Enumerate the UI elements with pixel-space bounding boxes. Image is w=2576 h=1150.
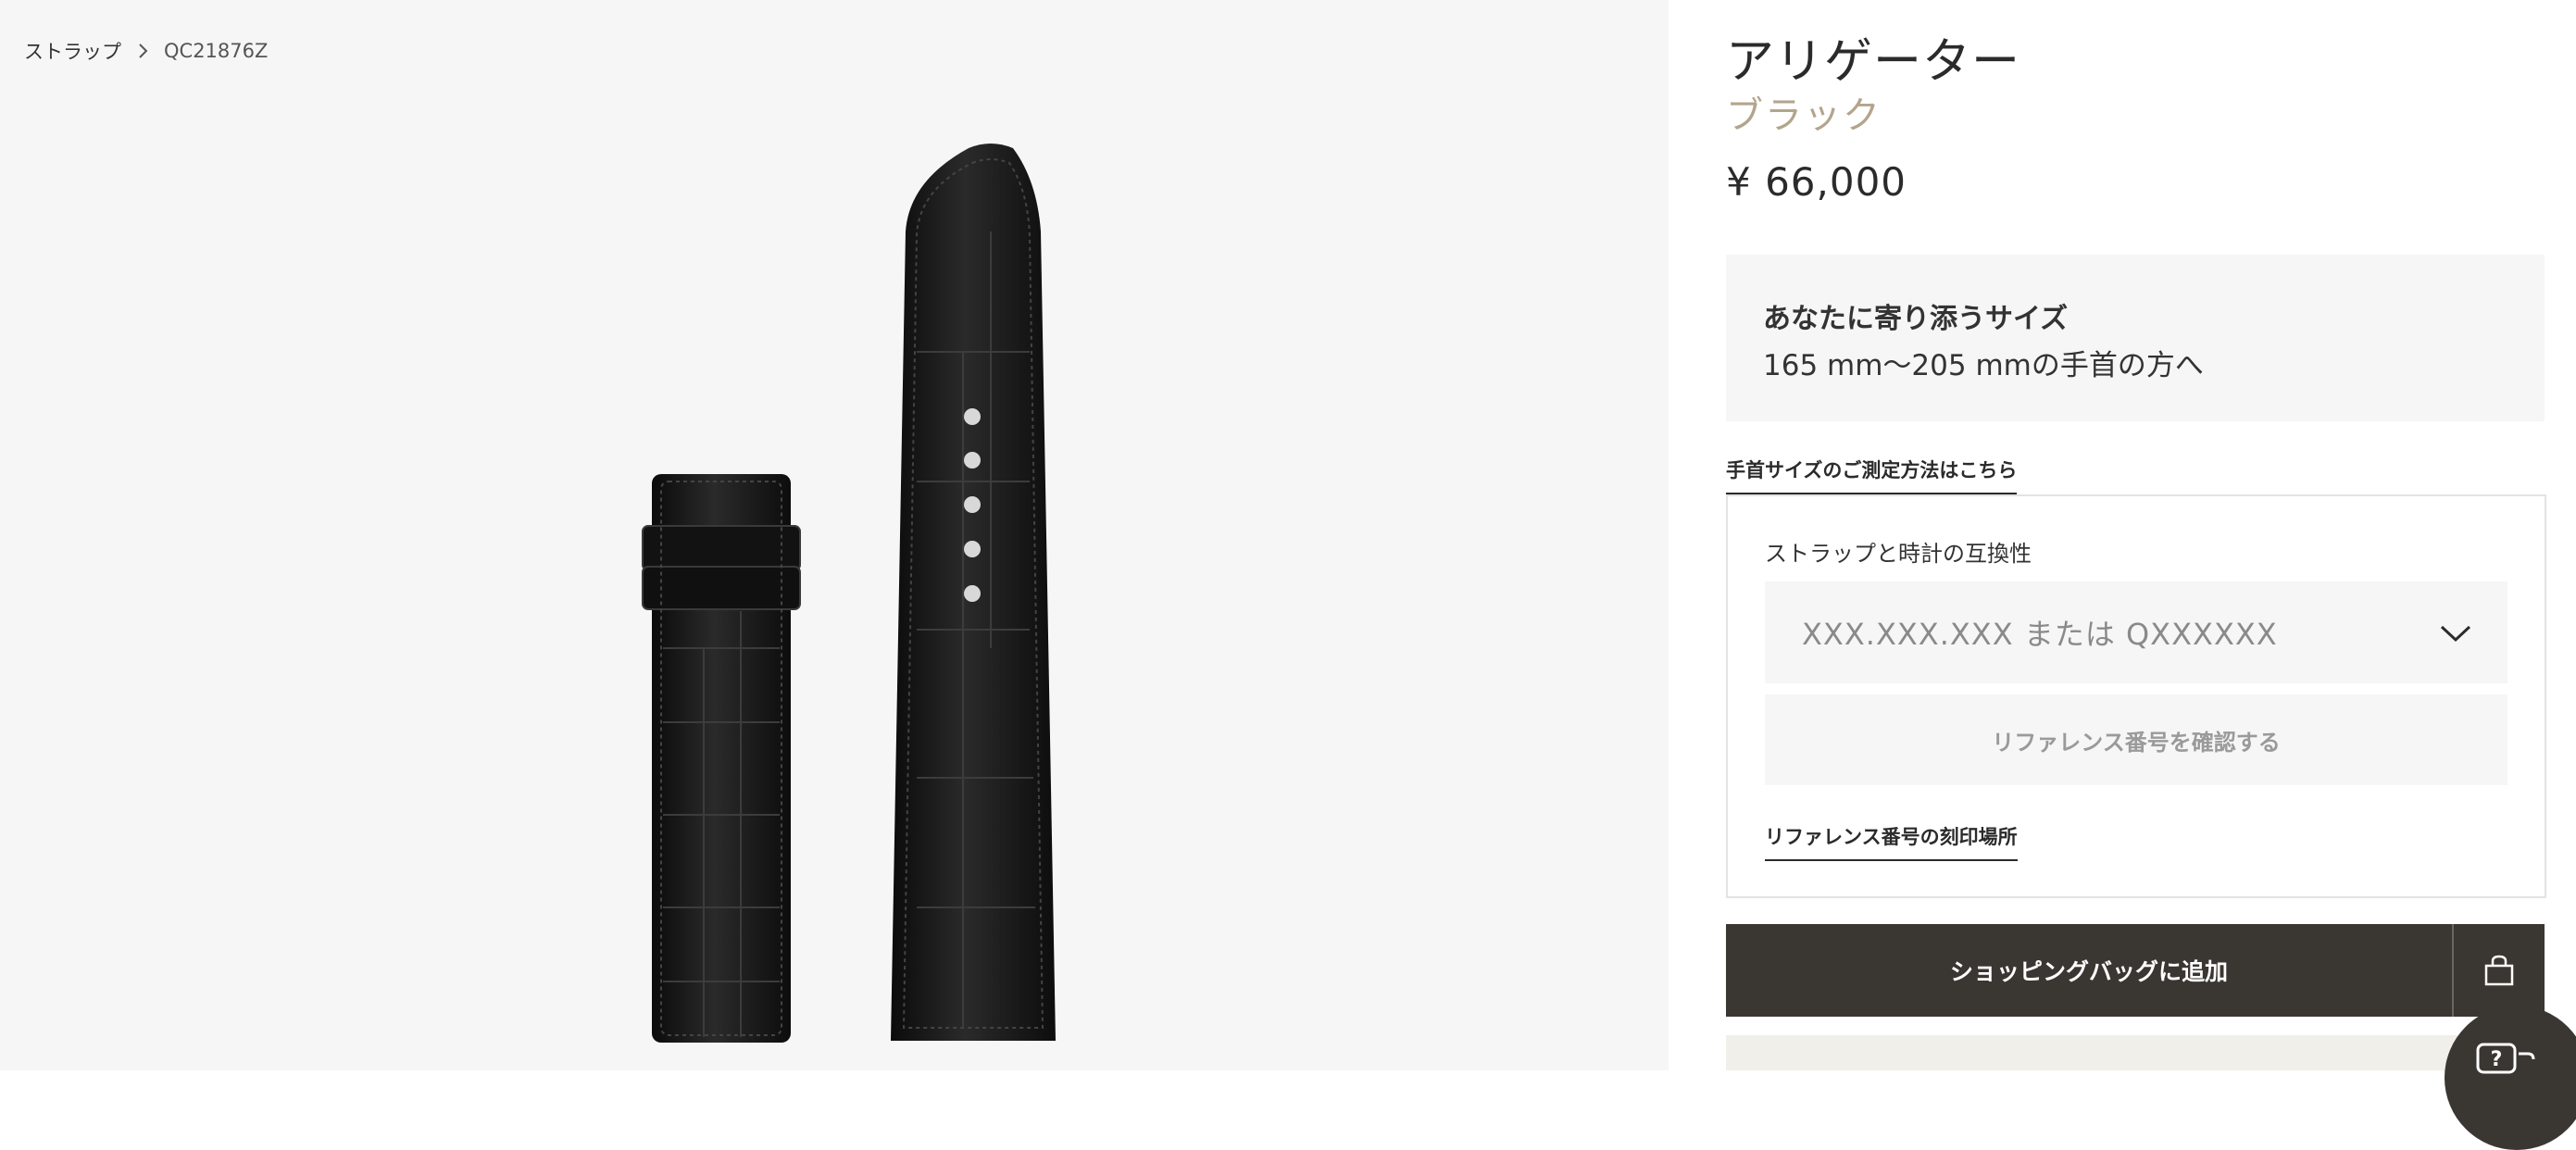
product-color: ブラック [1726,94,1882,137]
product-details-panel: アリゲーター ブラック ¥ 66,000 あなたに寄り添うサイズ 165 mm〜… [1669,0,2576,1070]
strap-long-piece [891,144,1056,1041]
product-price: ¥ 66,000 [1726,159,1907,205]
wrist-measure-link[interactable]: 手首サイズのご測定方法はこちら [1726,456,2018,494]
shopping-bag-button[interactable] [2452,924,2545,1017]
confirm-reference-button[interactable]: リファレンス番号を確認する [1765,694,2507,785]
add-to-bag-button[interactable]: ショッピングバッグに追加 [1726,924,2452,1017]
bottom-section-strip [1726,1035,2545,1070]
shopping-bag-icon [2484,955,2514,986]
product-title: アリゲーター [1726,34,2021,90]
help-chat-button[interactable]: ? [2445,1006,2576,1150]
size-fit-box: あなたに寄り添うサイズ 165 mm〜205 mmの手首の方へ [1726,255,2545,421]
svg-text:?: ? [2491,1048,2503,1071]
product-image [642,144,1056,1043]
strap-short-piece [642,474,801,1043]
add-to-bag-bar: ショッピングバッグに追加 [1726,924,2545,1017]
help-chat-icon: ? [2476,1043,2535,1074]
compatibility-label: ストラップと時計の互換性 [1765,541,2032,567]
reference-select-placeholder: XXX.XXX.XXX または QXXXXXX [1802,617,2278,652]
fit-range: 165 mm〜205 mmの手首の方へ [1763,349,2204,382]
product-gallery: ストラップ QC21876Z [0,0,1669,1070]
compatibility-box: ストラップと時計の互換性 XXX.XXX.XXX または QXXXXXX リファ… [1726,494,2546,898]
chevron-down-icon [2440,625,2471,643]
fit-title: あなたに寄り添うサイズ [1763,303,2069,335]
engraving-location-link[interactable]: リファレンス番号の刻印場所 [1765,822,2018,861]
reference-number-select[interactable]: XXX.XXX.XXX または QXXXXXX [1765,581,2507,683]
